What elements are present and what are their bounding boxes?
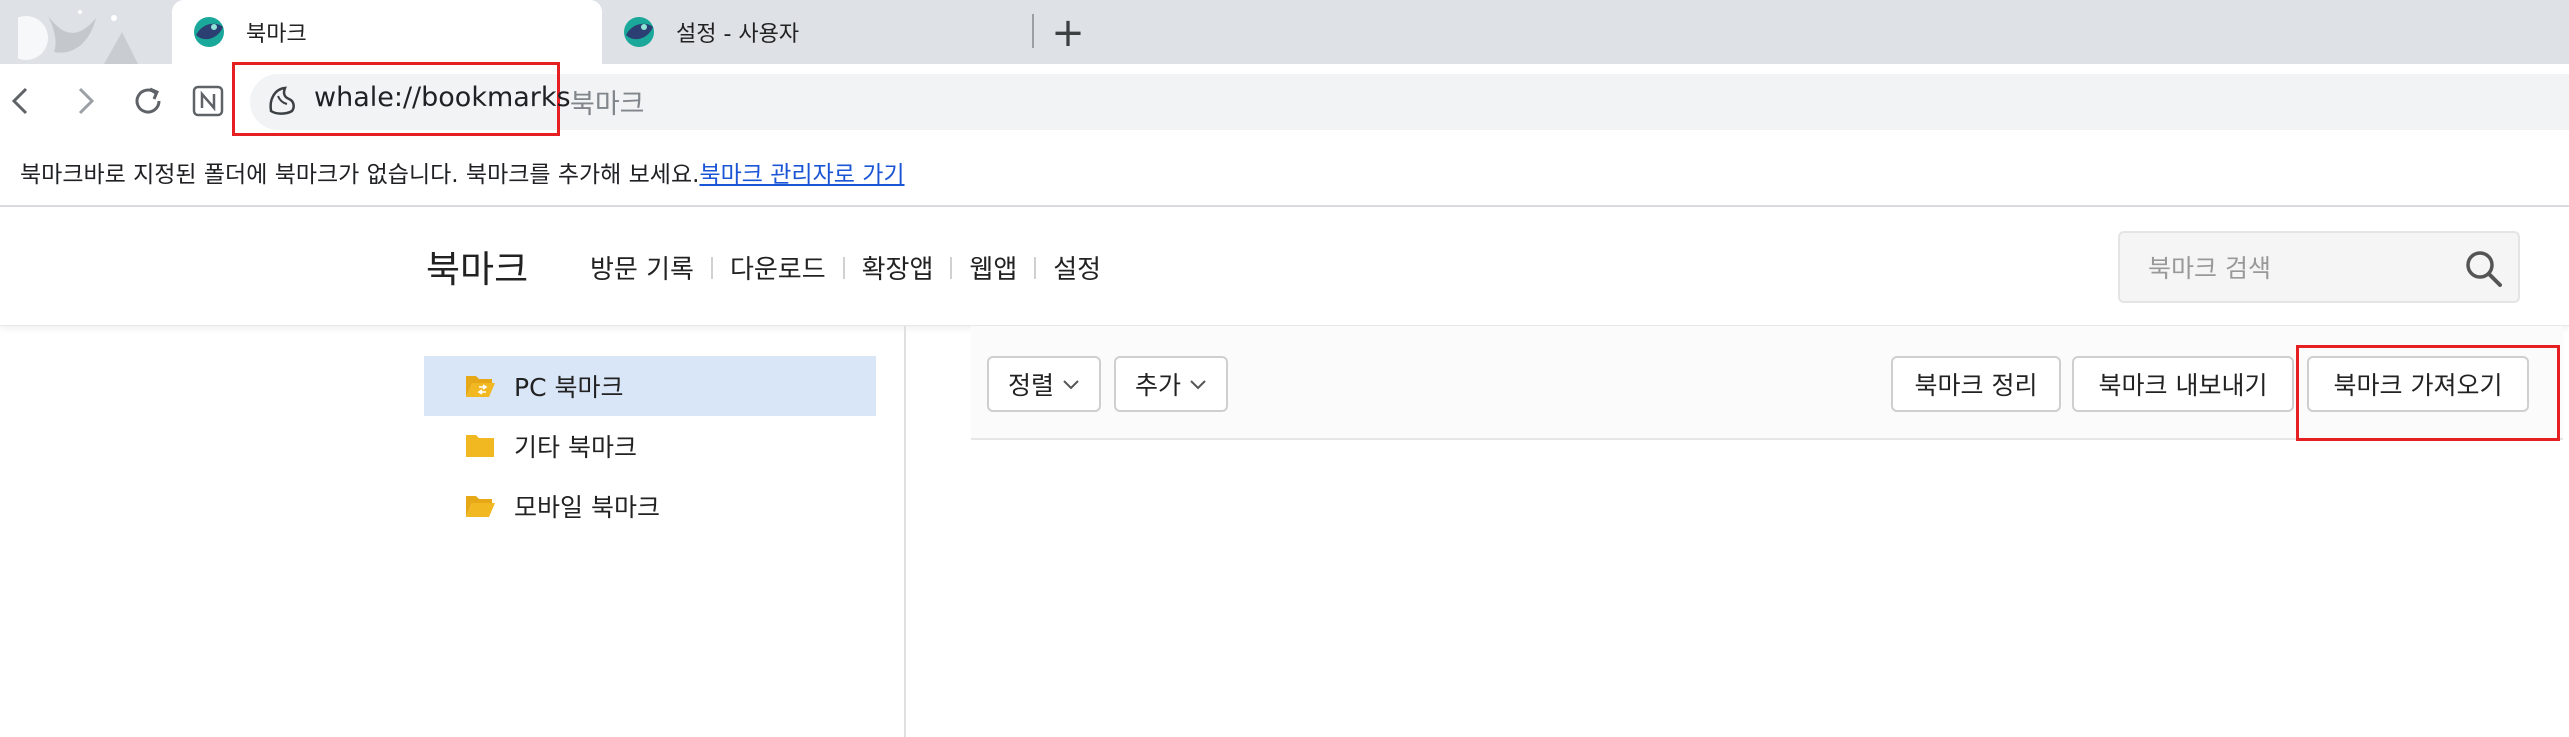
page-header: 북마크 방문 기록 다운로드 확장앱 웹앱 설정 [0,207,2569,326]
nav-divider [842,256,845,279]
naver-n-icon [192,85,224,117]
nav-divider [710,256,713,279]
export-bookmarks-button[interactable]: 북마크 내보내기 [2072,356,2294,412]
folder-label: 기타 북마크 [514,433,637,462]
nav-downloads[interactable]: 다운로드 [730,249,826,286]
folder-label: PC 북마크 [514,373,624,402]
sort-dropdown[interactable]: 정렬 [987,356,1101,412]
organize-label: 북마크 정리 [1914,371,2038,400]
page-title: 북마크 [426,248,529,291]
naver-button[interactable] [184,76,232,126]
add-label: 추가 [1134,371,1181,400]
bookmark-search-input[interactable] [2146,249,2450,287]
empty-bookmark-bar-message: 북마크바로 지정된 폴더에 북마크가 없습니다. 북마크를 추가해 보세요. [20,162,700,188]
url-text[interactable]: whale://bookmarks [314,82,571,113]
nav-webapps[interactable]: 웹앱 [969,249,1017,286]
whale-favicon-icon [194,17,224,47]
folder-icon [466,435,494,457]
tab-strip: 북마크 설정 - 사용자 + [0,0,2569,64]
nav-settings[interactable]: 설정 [1053,249,1101,286]
reload-button[interactable] [124,76,172,126]
folder-label: 모바일 북마크 [514,493,660,522]
forward-arrow-icon [78,87,95,115]
add-dropdown[interactable]: 추가 [1114,356,1228,412]
bookmark-bar: 북마크바로 지정된 폴더에 북마크가 없습니다. 북마크를 추가해 보세요.북마… [0,138,2569,207]
whale-favicon-icon [624,17,654,47]
search-icon[interactable] [2462,247,2506,291]
tab-settings-user[interactable]: 설정 - 사용자 [602,0,1032,64]
organize-bookmarks-button[interactable]: 북마크 정리 [1891,356,2061,412]
nav-extensions[interactable]: 확장앱 [862,249,934,286]
tab-title: 설정 - 사용자 [676,22,800,47]
chevron-down-icon [1063,380,1079,390]
export-label: 북마크 내보내기 [2098,371,2268,400]
folder-item-mobile[interactable]: 모바일 북마크 [424,476,876,536]
import-highlight-box [2296,345,2560,441]
address-page-title: 북마크 [570,89,645,120]
reload-icon [135,87,161,114]
whale-site-icon [269,86,295,115]
folder-item-other[interactable]: 기타 북마크 [424,416,876,476]
header-nav: 방문 기록 다운로드 확장앱 웹앱 설정 [590,249,1101,286]
forward-button[interactable] [62,76,110,126]
nav-divider [1034,256,1037,279]
sort-label: 정렬 [1007,371,1054,400]
new-tab-button[interactable]: + [1045,10,1091,56]
folder-tree: PC 북마크 기타 북마크 모바일 북마크 [0,326,906,737]
back-arrow-icon [11,87,28,115]
open-folder-icon [466,496,495,517]
bookmark-search-box [2118,231,2520,303]
open-folder-icon [466,376,495,397]
bookmark-manager-link[interactable]: 북마크 관리자로 가기 [699,162,904,188]
chevron-down-icon [1190,380,1206,390]
tab-separator [1032,14,1034,48]
back-button[interactable] [0,76,44,126]
nav-history[interactable]: 방문 기록 [590,249,694,286]
tab-title: 북마크 [246,22,307,47]
tab-bookmarks[interactable]: 북마크 [172,0,602,64]
nav-divider [950,256,953,279]
folder-item-pc[interactable]: PC 북마크 [424,356,876,416]
whale-logo-icon [18,10,138,64]
bookmark-bar-notice: 북마크바로 지정된 폴더에 북마크가 없습니다. 북마크를 추가해 보세요.북마… [20,155,905,189]
